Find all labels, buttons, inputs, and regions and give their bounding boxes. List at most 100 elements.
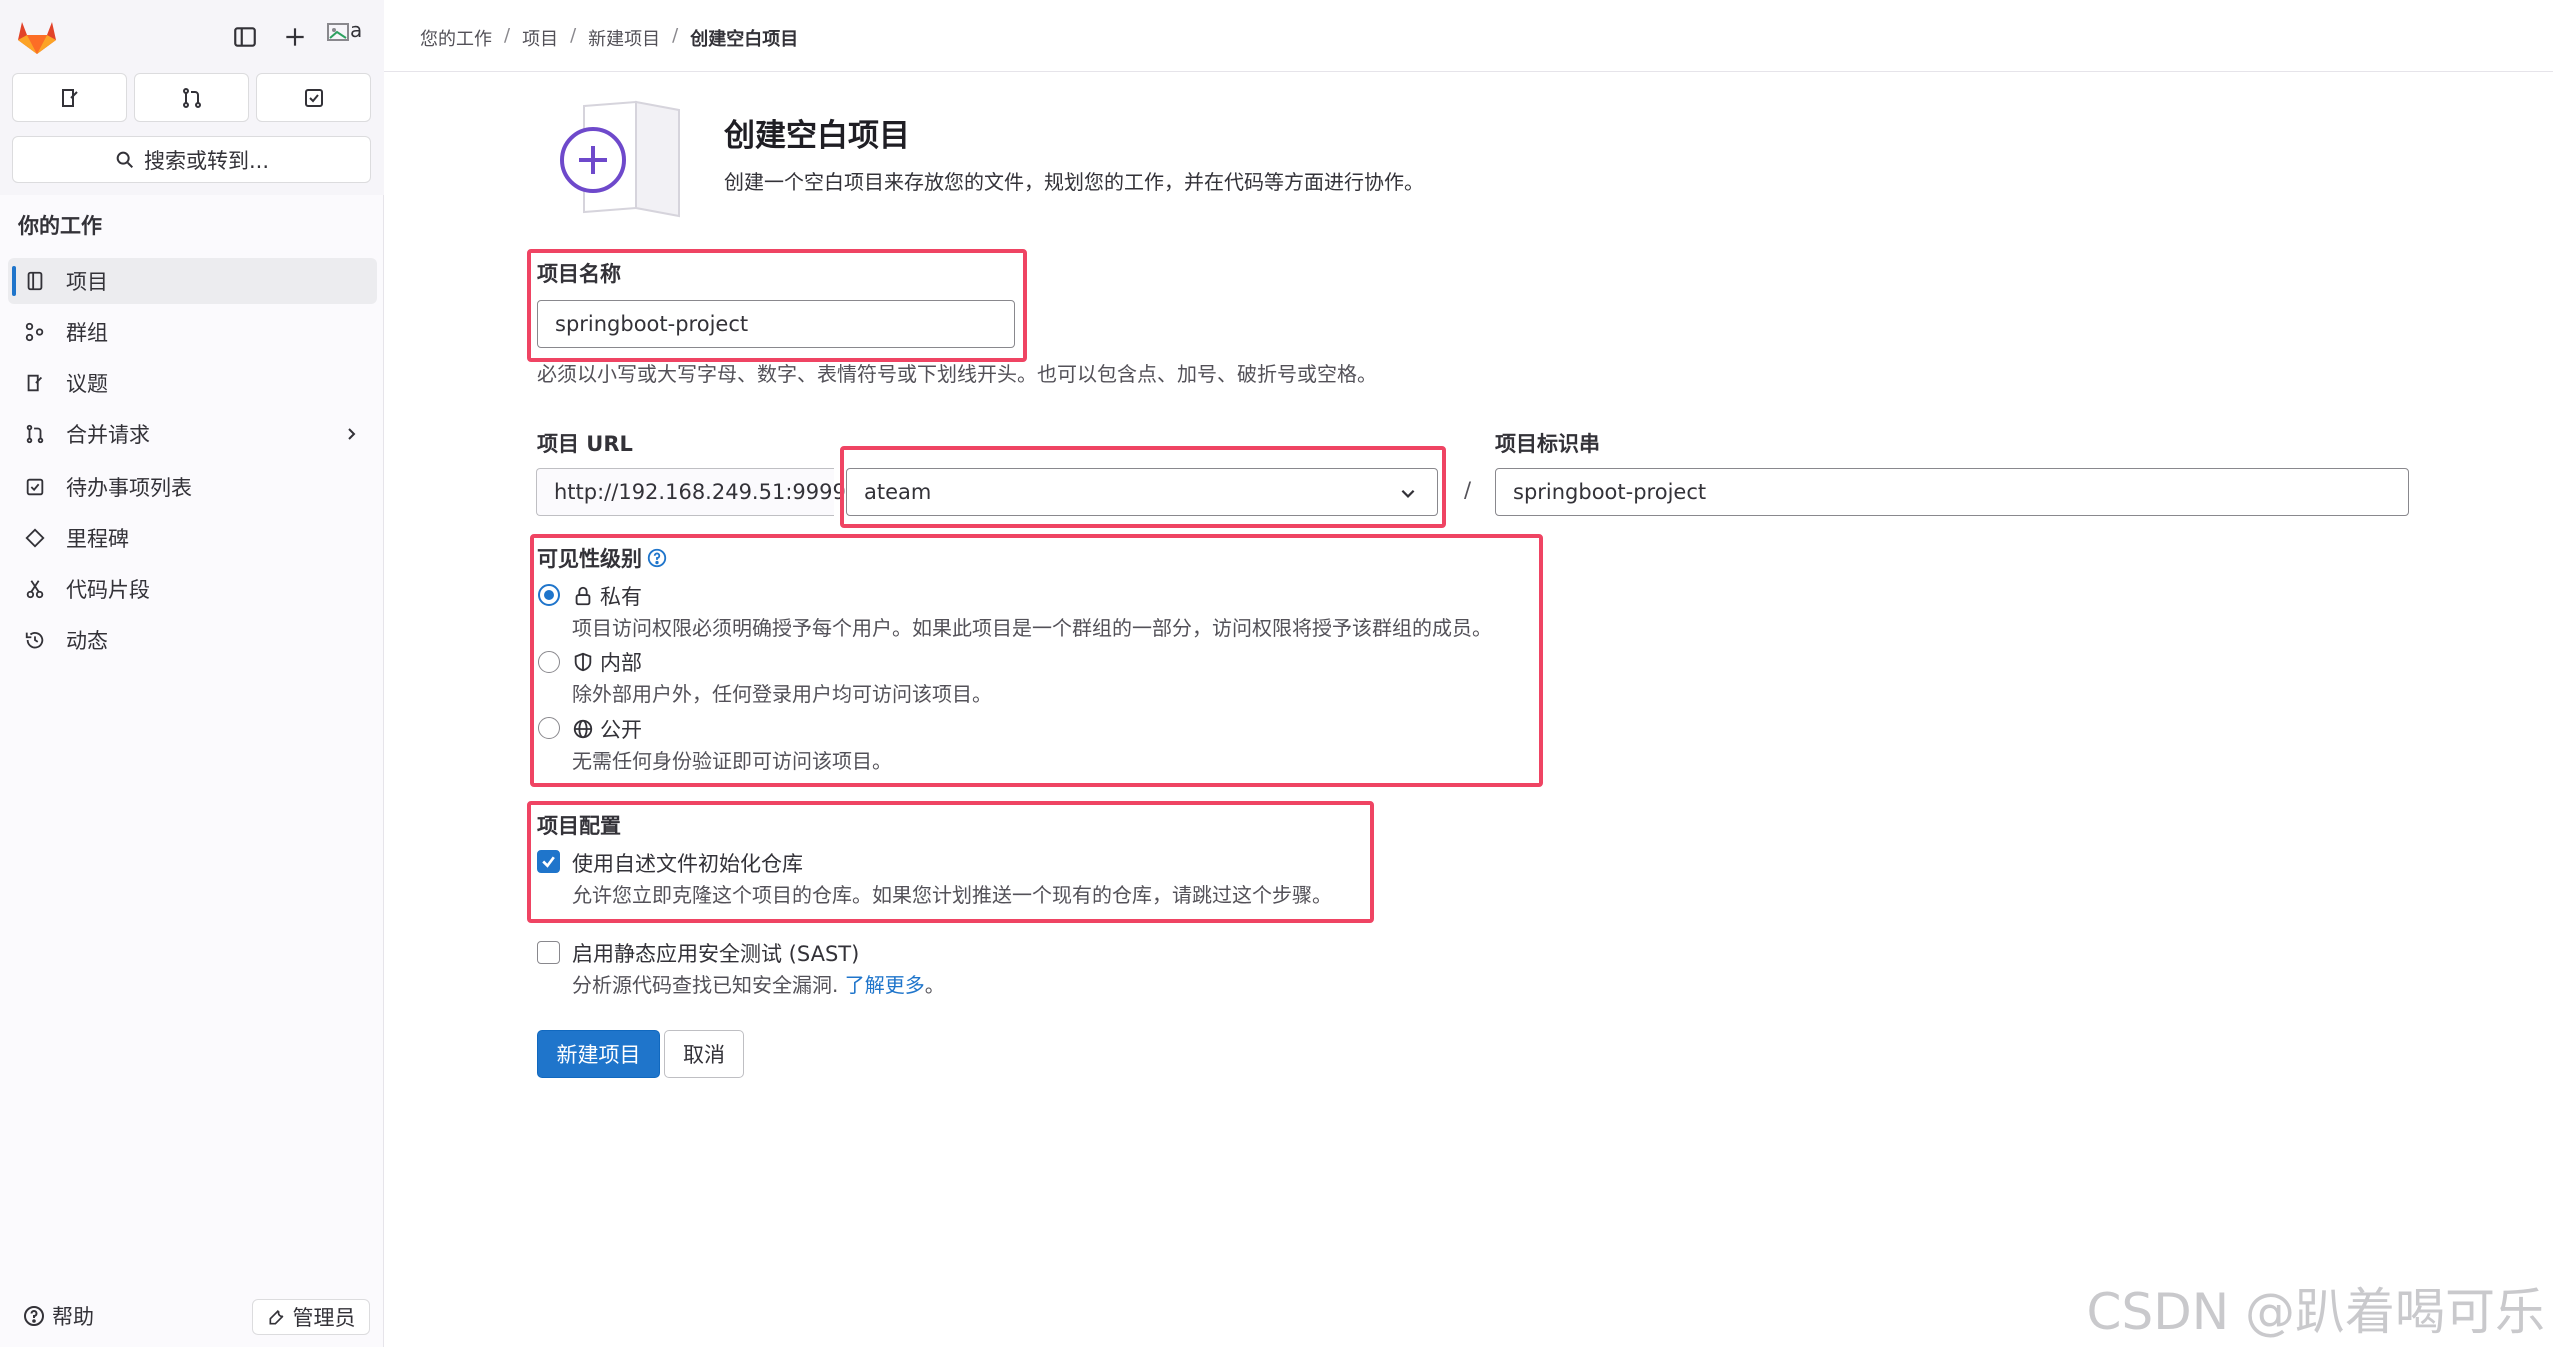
sast-learn-more-link[interactable]: 了解更多: [845, 973, 925, 997]
project-config-label: 项目配置: [537, 814, 621, 838]
visibility-internal-title[interactable]: 内部: [572, 647, 642, 677]
sidebar-item-milestones[interactable]: 里程碑: [8, 515, 377, 561]
sidebar-toggle-icon[interactable]: [228, 20, 262, 54]
snippet-icon: [23, 577, 47, 601]
namespace-select[interactable]: ateam: [846, 468, 1438, 516]
watermark-text: CSDN @趴着喝可乐: [2086, 1283, 2545, 1341]
sast-checkbox[interactable]: [537, 941, 560, 964]
plus-icon[interactable]: [278, 20, 312, 54]
visibility-private-title[interactable]: 私有: [572, 581, 642, 611]
visibility-public-radio[interactable]: [538, 717, 560, 739]
page-title: 创建空白项目: [724, 118, 910, 154]
sidebar-item-groups[interactable]: 群组: [8, 309, 377, 355]
breadcrumb-separator: /: [672, 25, 679, 46]
chevron-right-icon: [348, 428, 356, 440]
help-label: 帮助: [52, 1305, 94, 1329]
visibility-public-desc: 无需任何身份验证即可访问该项目。: [572, 749, 892, 773]
merge-request-icon: [23, 422, 47, 446]
globe-icon: [573, 719, 593, 739]
project-url-label: 项目 URL: [537, 432, 633, 456]
sidebar-item-label: 合并请求: [66, 423, 150, 447]
page-description: 创建一个空白项目来存放您的文件，规划您的工作，并在代码等方面进行协作。: [724, 170, 1424, 194]
breadcrumb-separator: /: [504, 25, 511, 46]
sidebar: a 搜索或转到... 你的工作 项目 群组 议题 合并请求 待办事项列表 里程碑: [0, 0, 384, 1347]
url-slash: /: [1464, 478, 1472, 502]
blank-project-illustration: [560, 100, 680, 218]
sidebar-item-snippets[interactable]: 代码片段: [8, 566, 377, 612]
visibility-private-label: 私有: [600, 585, 642, 609]
issue-icon: [61, 88, 78, 107]
visibility-label-row: 可见性级别: [537, 543, 668, 573]
visibility-public-title[interactable]: 公开: [572, 714, 642, 744]
sast-desc-row: 分析源代码查找已知安全漏洞. 了解更多。: [572, 969, 945, 998]
project-name-input[interactable]: springboot-project: [537, 300, 1015, 348]
project-name-help: 必须以小写或大写字母、数字、表情符号或下划线开头。也可以包含点、加号、破折号或空…: [537, 362, 1377, 386]
wrench-icon: [269, 1309, 283, 1325]
group-icon: [23, 320, 47, 344]
project-url-prefix: http://192.168.249.51:9999/: [536, 468, 853, 516]
sast-title[interactable]: 启用静态应用安全测试 (SAST): [572, 938, 859, 968]
project-icon: [23, 269, 47, 293]
sidebar-item-activity[interactable]: 动态: [8, 617, 377, 663]
visibility-label: 可见性级别: [537, 547, 642, 571]
sidebar-item-projects[interactable]: 项目: [8, 258, 377, 304]
breadcrumb-separator: /: [570, 25, 577, 46]
sidebar-item-merge-requests[interactable]: 合并请求: [8, 411, 377, 457]
sidebar-item-todo[interactable]: 待办事项列表: [8, 464, 377, 510]
shield-icon: [574, 652, 592, 672]
init-readme-desc: 允许您立即克隆这个项目的仓库。如果您计划推送一个现有的仓库，请跳过这个步骤。: [572, 883, 1332, 907]
create-project-button[interactable]: 新建项目: [537, 1030, 660, 1078]
sast-link-suffix: 。: [924, 973, 945, 997]
lock-icon: [575, 586, 591, 606]
activity-icon: [23, 628, 47, 652]
search-button[interactable]: 搜索或转到...: [12, 136, 371, 183]
breadcrumb-your-work[interactable]: 您的工作: [420, 25, 492, 51]
merge-request-icon: [182, 87, 201, 108]
question-icon[interactable]: [646, 547, 668, 569]
breadcrumb: 您的工作 / 项目 / 新建项目 / 创建空白项目: [420, 25, 798, 51]
visibility-internal-desc: 除外部用户外，任何登录用户均可访问该项目。: [572, 682, 992, 706]
chevron-down-icon: [1401, 489, 1415, 498]
init-readme-title[interactable]: 使用自述文件初始化仓库: [572, 848, 803, 878]
visibility-internal-label: 内部: [600, 651, 642, 675]
visibility-private-desc: 项目访问权限必须明确授予每个用户。如果此项目是一个群组的一部分，访问权限将授予该…: [572, 616, 1492, 640]
visibility-internal-radio[interactable]: [538, 651, 560, 673]
help-icon: [24, 1306, 44, 1326]
sidebar-item-label: 待办事项列表: [66, 476, 192, 500]
breadcrumb-projects[interactable]: 项目: [522, 25, 558, 51]
sidebar-item-label: 议题: [66, 372, 108, 396]
issues-quick-button[interactable]: [12, 73, 127, 122]
sidebar-item-label: 群组: [66, 321, 108, 345]
milestone-icon: [23, 526, 47, 550]
help-button[interactable]: 帮助: [22, 1301, 94, 1331]
issue-icon: [23, 371, 47, 395]
sidebar-section-title: 你的工作: [18, 214, 102, 238]
checkmark-icon: [542, 856, 555, 868]
admin-button[interactable]: 管理员: [252, 1299, 370, 1335]
top-bar: 您的工作 / 项目 / 新建项目 / 创建空白项目: [384, 0, 2553, 72]
admin-label: 管理员: [292, 1306, 356, 1330]
avatar[interactable]: a: [326, 18, 366, 58]
namespace-select-value: ateam: [864, 480, 932, 504]
project-slug-input[interactable]: springboot-project: [1495, 468, 2409, 516]
merge-requests-quick-button[interactable]: [134, 73, 249, 122]
sidebar-item-issues[interactable]: 议题: [8, 360, 377, 406]
search-icon: [116, 151, 134, 168]
breadcrumb-new-project[interactable]: 新建项目: [588, 25, 660, 51]
gitlab-logo-icon[interactable]: [16, 18, 58, 56]
breadcrumb-current[interactable]: 创建空白项目: [690, 25, 798, 51]
visibility-private-radio[interactable]: [538, 584, 560, 606]
project-slug-label: 项目标识串: [1495, 432, 1600, 456]
cancel-button[interactable]: 取消: [664, 1030, 744, 1078]
init-readme-checkbox[interactable]: [537, 850, 560, 873]
sast-desc: 分析源代码查找已知安全漏洞.: [572, 973, 839, 997]
sidebar-item-label: 动态: [66, 629, 108, 653]
visibility-public-label: 公开: [600, 718, 642, 742]
todo-icon: [23, 475, 47, 499]
search-button-label: 搜索或转到...: [143, 148, 270, 173]
sidebar-item-label: 项目: [66, 270, 108, 294]
avatar-alt-text: a: [350, 18, 363, 42]
todo-quick-button[interactable]: [256, 73, 371, 122]
project-name-label: 项目名称: [537, 262, 621, 286]
todo-icon: [304, 88, 323, 107]
